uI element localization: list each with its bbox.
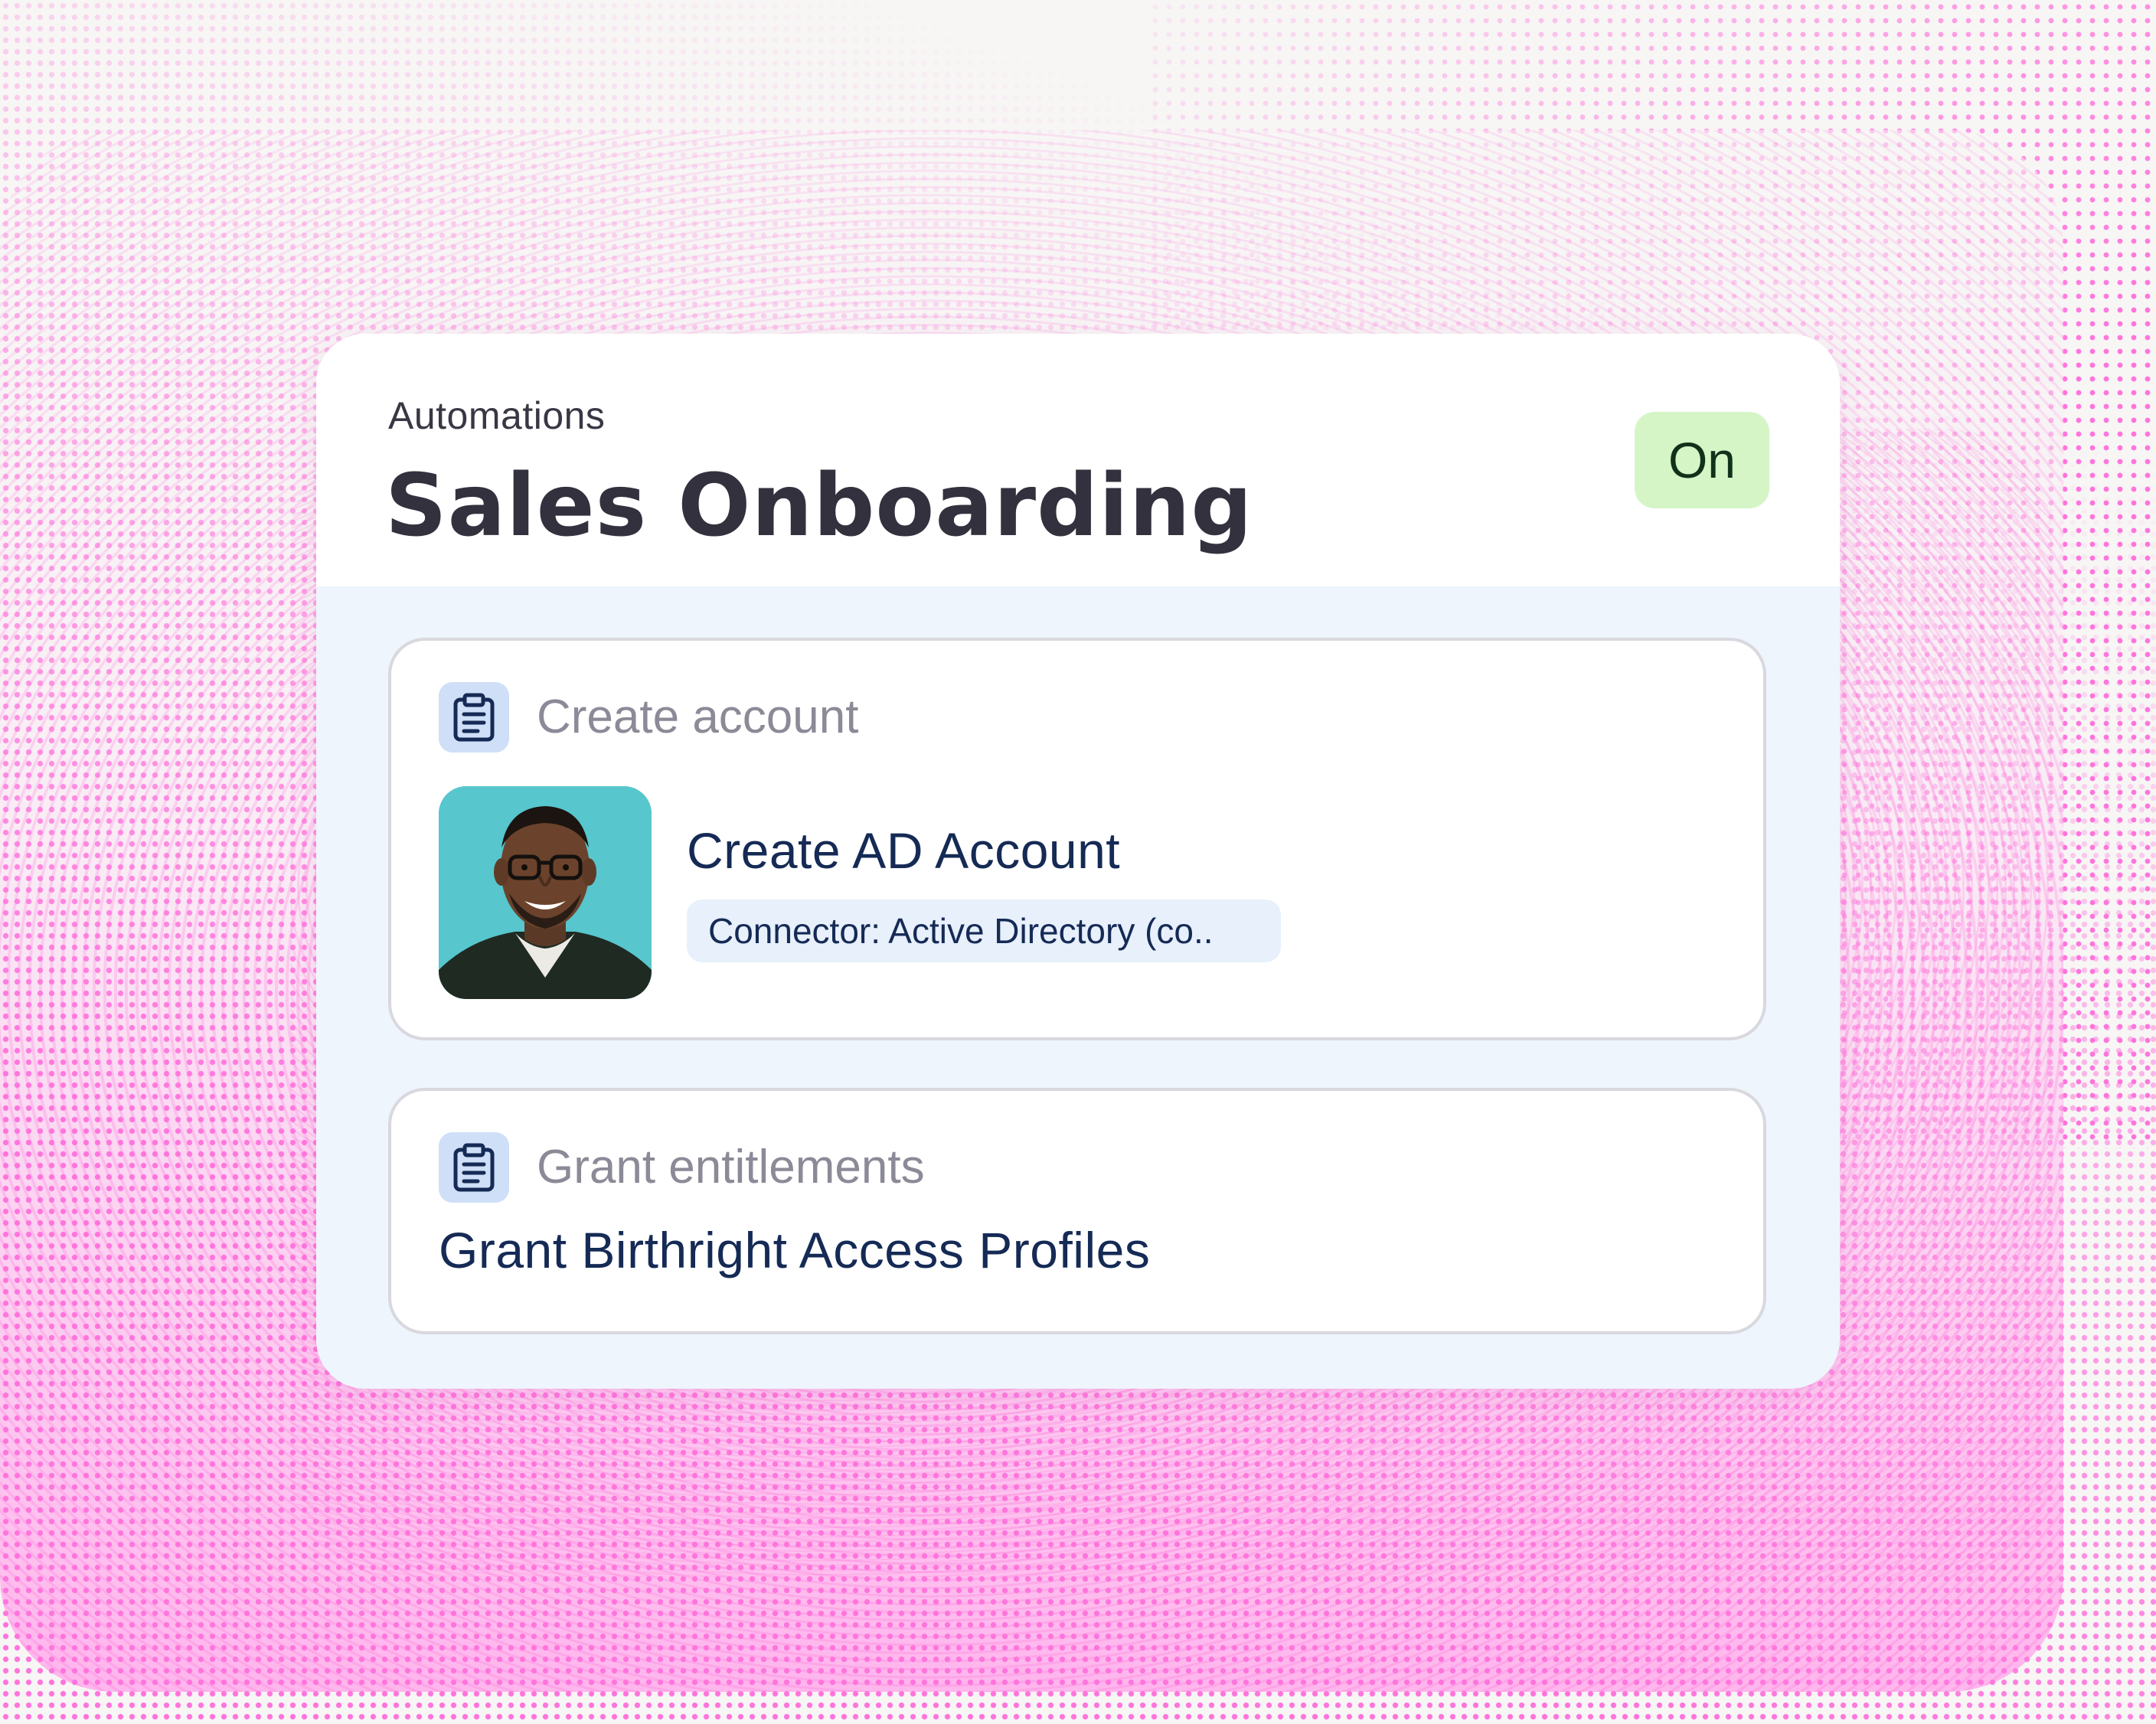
connector-chip: Connector: Active Directory (co.. [687, 900, 1281, 962]
user-avatar [439, 786, 652, 999]
automation-header: Automations Sales Onboarding On [316, 334, 1840, 586]
section-eyebrow: Automations [388, 394, 606, 437]
clipboard-icon [439, 682, 509, 753]
automation-title: Sales Onboarding [385, 456, 1253, 556]
clipboard-icon [439, 1132, 509, 1203]
step-label: Create account [537, 691, 859, 743]
status-toggle[interactable]: On [1635, 412, 1769, 508]
step-label: Grant entitlements [537, 1141, 925, 1193]
step-grant-entitlements[interactable]: Grant entitlements Grant Birthright Acce… [388, 1088, 1766, 1334]
action-title[interactable]: Create AD Account [687, 821, 1120, 880]
automation-card: Automations Sales Onboarding On Create a… [316, 334, 1840, 1389]
step-create-account[interactable]: Create account Create AD Account Connect… [388, 638, 1766, 1040]
action-title[interactable]: Grant Birthright Access Profiles [439, 1221, 1150, 1279]
